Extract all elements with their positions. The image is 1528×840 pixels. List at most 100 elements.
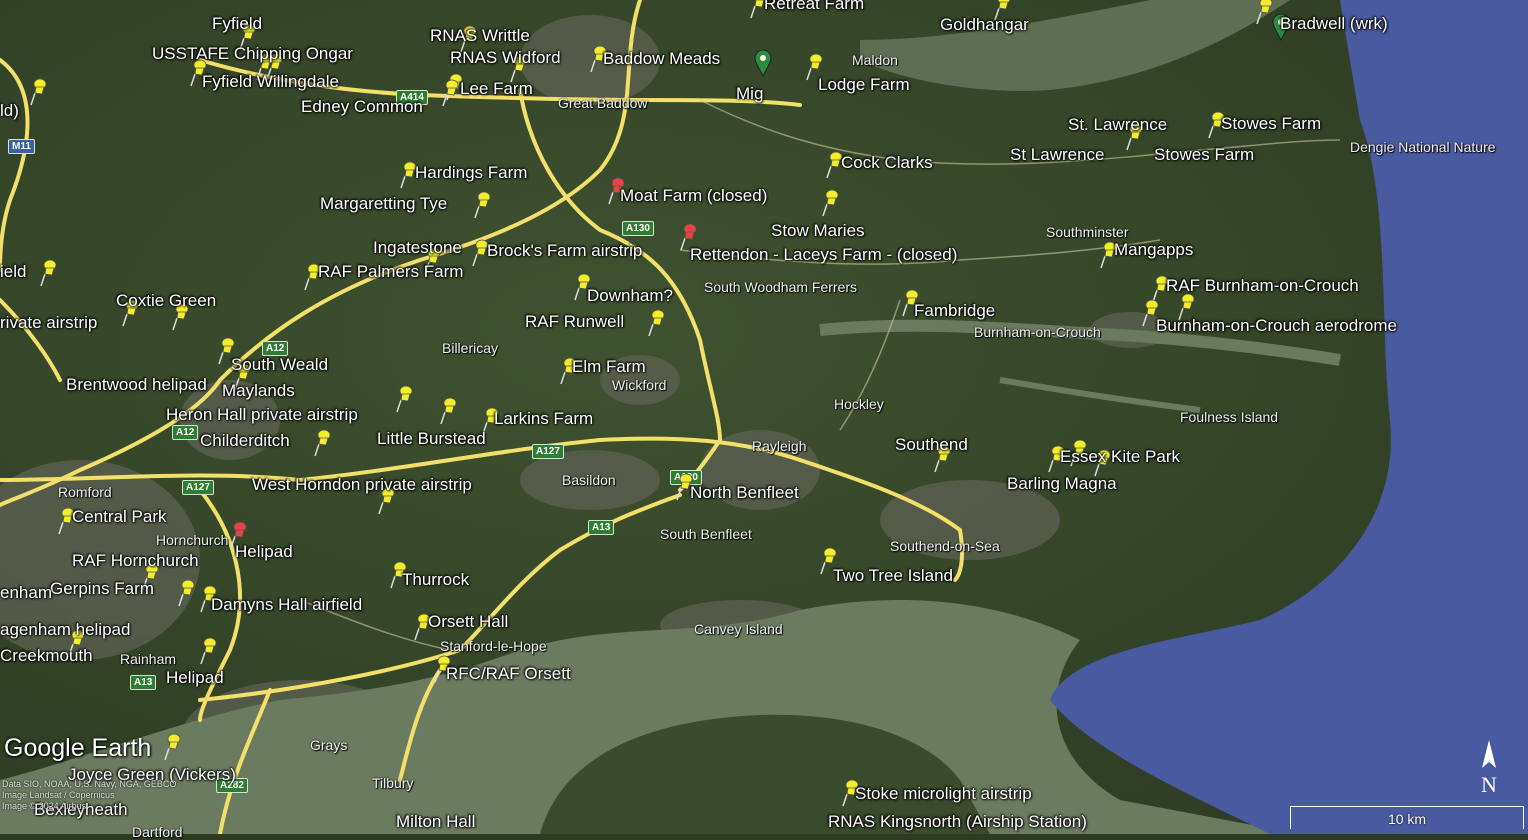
town-label: Southminster bbox=[1046, 224, 1129, 240]
place-label[interactable]: Brock's Farm airstrip bbox=[487, 241, 642, 261]
place-label[interactable]: Heron Hall private airstrip bbox=[166, 405, 358, 425]
place-label[interactable]: Gerpins Farm bbox=[50, 579, 154, 599]
place-label[interactable]: Cock Clarks bbox=[841, 153, 933, 173]
place-label[interactable]: Burnham-on-Crouch aerodrome bbox=[1156, 316, 1397, 336]
place-label[interactable]: Coxtie Green bbox=[116, 291, 216, 311]
attribution-line: Image © 2024 Airbus bbox=[2, 801, 87, 811]
town-label: Wickford bbox=[612, 377, 667, 393]
place-label[interactable]: Edney Common bbox=[301, 97, 423, 117]
place-label[interactable]: Stoke microlight airstrip bbox=[855, 784, 1032, 804]
place-label[interactable]: Fambridge bbox=[914, 301, 995, 321]
pushpin-icon[interactable] bbox=[38, 258, 60, 288]
town-label: Dartford bbox=[132, 824, 183, 840]
place-label[interactable]: Maylands bbox=[222, 381, 295, 401]
place-label[interactable]: Larkins Farm bbox=[494, 409, 593, 429]
pushpin-icon[interactable] bbox=[198, 636, 220, 666]
place-label[interactable]: RAF Burnham-on-Crouch bbox=[1166, 276, 1359, 296]
place-label[interactable]: Southend bbox=[895, 435, 968, 455]
place-label[interactable]: Moat Farm (closed) bbox=[620, 186, 767, 206]
town-label: Great Baddow bbox=[558, 95, 648, 111]
place-label[interactable]: Little Burstead bbox=[377, 429, 486, 449]
place-label[interactable]: Thurrock bbox=[402, 570, 469, 590]
place-label[interactable]: Barling Magna bbox=[1007, 474, 1117, 494]
place-label[interactable]: RFC/RAF Orsett bbox=[446, 664, 571, 684]
waypoint-pin-icon[interactable] bbox=[752, 48, 774, 78]
town-label: Dengie National Nature bbox=[1350, 139, 1496, 155]
place-label[interactable]: Fyfield bbox=[212, 14, 262, 34]
town-label: Hornchurch bbox=[156, 532, 229, 548]
place-label[interactable]: Milton Hall bbox=[396, 812, 475, 832]
place-label[interactable]: Creekmouth bbox=[0, 646, 93, 666]
place-label[interactable]: Goldhangar bbox=[940, 15, 1029, 35]
place-label[interactable]: Essex Kite Park bbox=[1060, 447, 1180, 467]
place-label[interactable]: St. Lawrence bbox=[1068, 115, 1167, 135]
road-shield: M11 bbox=[8, 139, 35, 154]
place-label[interactable]: St Lawrence bbox=[1010, 145, 1105, 165]
town-label: Basildon bbox=[562, 472, 616, 488]
pushpin-icon[interactable] bbox=[28, 77, 50, 107]
place-label[interactable]: RAF Hornchurch bbox=[72, 551, 199, 571]
place-label[interactable]: RNAS Kingsnorth (Airship Station) bbox=[828, 812, 1087, 832]
place-label[interactable]: West Horndon private airstrip bbox=[252, 475, 472, 495]
place-label[interactable]: Two Tree Island bbox=[833, 566, 953, 586]
town-label: Hockley bbox=[834, 396, 884, 412]
place-label[interactable]: ld) bbox=[0, 101, 19, 121]
place-label[interactable]: Lee Farm bbox=[460, 79, 533, 99]
town-label: Rainham bbox=[120, 651, 177, 667]
place-label[interactable]: Downham? bbox=[587, 286, 673, 306]
pushpin-icon[interactable] bbox=[394, 384, 416, 414]
place-label[interactable]: Stowes Farm bbox=[1154, 145, 1254, 165]
pushpin-icon[interactable] bbox=[176, 578, 198, 608]
road-shield: A13 bbox=[130, 675, 157, 690]
place-label[interactable]: RNAS Widford bbox=[450, 48, 561, 68]
place-label[interactable]: Damyns Hall airfield bbox=[211, 595, 362, 615]
pushpin-icon[interactable] bbox=[440, 78, 462, 108]
place-label[interactable]: agenham helipad bbox=[0, 620, 130, 640]
place-label[interactable]: Ingatestone bbox=[373, 238, 462, 258]
place-label[interactable]: Childerditch bbox=[200, 431, 290, 451]
north-compass[interactable]: N bbox=[1476, 738, 1502, 800]
place-label[interactable]: Helipad bbox=[166, 668, 224, 688]
road-shield: A127 bbox=[182, 480, 214, 495]
town-label: Maldon bbox=[852, 52, 898, 68]
place-label[interactable]: Bradwell (wrk) bbox=[1280, 14, 1388, 34]
place-label[interactable]: ield bbox=[0, 262, 26, 282]
place-label[interactable]: Central Park bbox=[72, 507, 166, 527]
place-label[interactable]: rivate airstrip bbox=[0, 313, 97, 333]
imagery-attribution: Data SIO, NOAA, U.S. Navy, NGA, GEBCO Im… bbox=[2, 779, 176, 812]
place-label[interactable]: Hardings Farm bbox=[415, 163, 527, 183]
place-label[interactable]: Elm Farm bbox=[572, 357, 646, 377]
place-label[interactable]: Stowes Farm bbox=[1221, 114, 1321, 134]
place-label[interactable]: USSTAFE Chipping Ongar bbox=[152, 44, 353, 64]
place-label[interactable]: Retreat Farm bbox=[764, 0, 864, 14]
place-label[interactable]: Orsett Hall bbox=[428, 612, 508, 632]
place-label[interactable]: Brentwood helipad bbox=[66, 375, 207, 395]
town-label: Grays bbox=[310, 737, 348, 753]
place-label[interactable]: RAF Runwell bbox=[525, 312, 624, 332]
place-label[interactable]: South Weald bbox=[231, 355, 328, 375]
place-label[interactable]: North Benfleet bbox=[690, 483, 799, 503]
place-label[interactable]: Mig bbox=[736, 84, 763, 104]
place-label[interactable]: Rettendon - Laceys Farm - (closed) bbox=[690, 245, 957, 265]
pushpin-icon[interactable] bbox=[312, 428, 334, 458]
place-label[interactable]: Fyfield Willingdale bbox=[202, 72, 339, 92]
pushpin-icon[interactable] bbox=[162, 732, 184, 762]
town-label: South Benfleet bbox=[660, 526, 752, 542]
road-shield: A12 bbox=[172, 425, 199, 440]
place-label[interactable]: Helipad bbox=[235, 542, 293, 562]
town-label: Romford bbox=[58, 484, 112, 500]
place-label[interactable]: Margaretting Tye bbox=[320, 194, 447, 214]
place-label[interactable]: Mangapps bbox=[1114, 240, 1193, 260]
pushpin-icon[interactable] bbox=[820, 188, 842, 218]
pushpin-icon[interactable] bbox=[438, 396, 460, 426]
place-label[interactable]: RNAS Writtle bbox=[430, 26, 530, 46]
place-label[interactable]: enham bbox=[0, 583, 52, 603]
pushpin-icon[interactable] bbox=[646, 308, 668, 338]
place-label[interactable]: Baddow Meads bbox=[603, 49, 720, 69]
place-label[interactable]: RAF Palmers Farm bbox=[318, 262, 463, 282]
road-shield: A13 bbox=[588, 520, 615, 535]
place-label[interactable]: Stow Maries bbox=[771, 221, 865, 241]
pushpin-icon[interactable] bbox=[472, 190, 494, 220]
attribution-line: Image Landsat / Copernicus bbox=[2, 790, 115, 800]
place-label[interactable]: Lodge Farm bbox=[818, 75, 910, 95]
